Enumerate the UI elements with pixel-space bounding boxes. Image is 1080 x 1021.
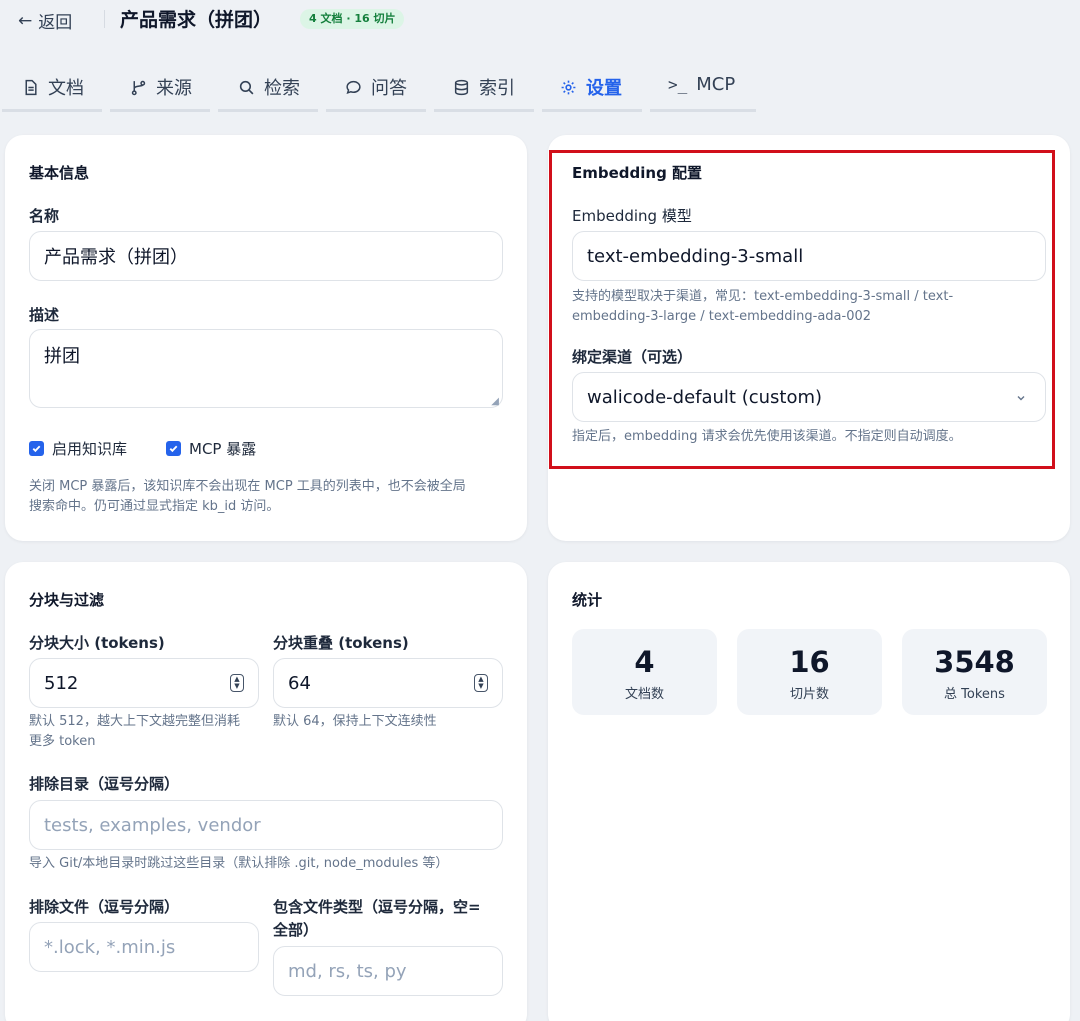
chunk-size-input[interactable]: 512 ▲ ▼ bbox=[29, 658, 259, 708]
stat-value: 16 bbox=[789, 645, 830, 679]
stepper-icon[interactable]: ▲ ▼ bbox=[230, 674, 244, 692]
exclude-files-input[interactable]: *.lock, *.min.js bbox=[29, 922, 259, 972]
resize-handle-icon: ◢ bbox=[491, 396, 499, 407]
hint-line: 默认 512，越大上下文越完整但消耗 bbox=[29, 714, 240, 729]
checkmark-icon bbox=[29, 441, 44, 456]
stat-label: 文档数 bbox=[624, 687, 664, 702]
chunk-overlap-hint: 默认 64，保持上下文连续性 bbox=[273, 714, 437, 729]
tab-label: 来源 bbox=[156, 78, 192, 99]
mcp-expose-checkbox[interactable]: MCP 暴露 bbox=[166, 438, 256, 459]
checkbox-label: MCP 暴露 bbox=[189, 440, 257, 458]
card-title: 分块与过滤 bbox=[29, 591, 105, 609]
label-line: 包含文件类型（逗号分隔，空= bbox=[273, 898, 481, 916]
description-value: 拼团 bbox=[44, 346, 80, 367]
tab-search[interactable]: 检索 bbox=[238, 74, 300, 100]
exclude-files-label: 排除文件（逗号分隔） bbox=[29, 898, 180, 916]
arrow-left-icon: ← bbox=[18, 10, 33, 31]
document-icon bbox=[25, 79, 37, 95]
database-icon bbox=[454, 79, 469, 95]
tab-underline-active bbox=[542, 109, 642, 112]
basic-info-card: 基本信息 名称 产品需求（拼团） 描述 拼团 ◢ 启用知识库 MCP 暴露 关闭… bbox=[5, 135, 527, 541]
stat-value: 3548 bbox=[934, 645, 1015, 679]
stat-chunks: 16 切片数 bbox=[737, 629, 882, 715]
page-title: 产品需求（拼团） bbox=[120, 9, 273, 31]
tab-underline bbox=[434, 109, 534, 112]
description-label: 描述 bbox=[29, 306, 60, 324]
terminal-icon: >_ bbox=[668, 75, 688, 94]
name-label: 名称 bbox=[29, 207, 60, 225]
card-title: 基本信息 bbox=[29, 164, 90, 182]
back-label: 返回 bbox=[38, 13, 73, 33]
tab-settings[interactable]: 设置 bbox=[560, 74, 622, 100]
exclude-dirs-input[interactable]: tests, examples, vendor bbox=[29, 800, 503, 850]
search-icon bbox=[239, 80, 254, 94]
hint-line: 关闭 MCP 暴露后，该知识库不会出现在 MCP 工具的列表中，也不会被全局 bbox=[29, 479, 466, 494]
tab-underline bbox=[218, 109, 318, 112]
tab-underline bbox=[110, 109, 210, 112]
stepper-icon[interactable]: ▲ ▼ bbox=[474, 674, 488, 692]
chunk-size-value: 512 bbox=[44, 672, 79, 694]
tab-label: 检索 bbox=[264, 78, 300, 99]
tab-underline bbox=[326, 109, 426, 112]
hint-line: 搜索命中。仍可通过显式指定 kb_id 访问。 bbox=[29, 499, 280, 514]
checkbox-label: 启用知识库 bbox=[52, 440, 128, 458]
checkmark-icon bbox=[166, 441, 181, 456]
card-title: 统计 bbox=[572, 591, 603, 609]
stat-label: 切片数 bbox=[789, 687, 829, 702]
tab-label: MCP bbox=[696, 74, 736, 95]
chunk-overlap-label: 分块重叠 (tokens) bbox=[273, 634, 409, 652]
hint-line: 更多 token bbox=[29, 734, 96, 749]
enable-kb-checkbox[interactable]: 启用知识库 bbox=[29, 438, 127, 459]
tab-label: 索引 bbox=[479, 78, 515, 99]
highlight-box bbox=[549, 150, 1055, 469]
tab-sources[interactable]: 来源 bbox=[130, 74, 192, 100]
tab-bar: 文档 来源 检索 问答 索引 设置 >_ MCP bbox=[0, 60, 760, 114]
chunk-overlap-input[interactable]: 64 ▲ ▼ bbox=[273, 658, 503, 708]
stat-tokens: 3548 总 Tokens bbox=[902, 629, 1047, 715]
gear-icon bbox=[561, 80, 576, 94]
stat-value: 4 bbox=[634, 645, 655, 679]
exclude-dirs-label: 排除目录（逗号分隔） bbox=[29, 775, 180, 793]
tab-label: 文档 bbox=[48, 78, 84, 99]
tab-underline bbox=[650, 109, 756, 112]
back-button[interactable]: ← 返回 bbox=[18, 8, 73, 34]
name-input[interactable]: 产品需求（拼团） bbox=[29, 231, 503, 281]
tab-label: 设置 bbox=[586, 78, 622, 99]
git-branch-icon bbox=[131, 80, 146, 95]
exclude-dirs-hint: 导入 Git/本地目录时跳过这些目录（默认排除 .git, node_modul… bbox=[29, 856, 449, 871]
label-line: 全部） bbox=[273, 921, 319, 939]
tab-qa[interactable]: 问答 bbox=[345, 74, 407, 100]
chunk-overlap-value: 64 bbox=[288, 672, 311, 694]
tab-underline bbox=[2, 109, 102, 112]
header-divider bbox=[104, 10, 105, 28]
stat-label: 总 Tokens bbox=[944, 687, 1005, 702]
tab-documents[interactable]: 文档 bbox=[22, 74, 84, 100]
tab-index[interactable]: 索引 bbox=[453, 74, 515, 100]
chat-bubble-icon bbox=[346, 80, 361, 94]
stat-documents: 4 文档数 bbox=[572, 629, 717, 715]
status-badge: 4 文档 · 16 切片 bbox=[300, 9, 405, 29]
description-textarea[interactable]: 拼团 ◢ bbox=[29, 329, 503, 408]
include-types-input[interactable]: md, rs, ts, py bbox=[273, 946, 503, 996]
tab-mcp[interactable]: >_ MCP bbox=[668, 74, 735, 95]
mcp-hint: 关闭 MCP 暴露后，该知识库不会出现在 MCP 工具的列表中，也不会被全局 搜… bbox=[29, 477, 466, 517]
tab-label: 问答 bbox=[371, 78, 407, 99]
chunk-size-label: 分块大小 (tokens) bbox=[29, 634, 165, 652]
include-types-label: 包含文件类型（逗号分隔，空= 全部） bbox=[273, 896, 481, 942]
chunking-card: 分块与过滤 分块大小 (tokens) 512 ▲ ▼ 默认 512，越大上下文越… bbox=[5, 562, 527, 1021]
chunk-size-hint: 默认 512，越大上下文越完整但消耗 更多 token bbox=[29, 712, 240, 752]
